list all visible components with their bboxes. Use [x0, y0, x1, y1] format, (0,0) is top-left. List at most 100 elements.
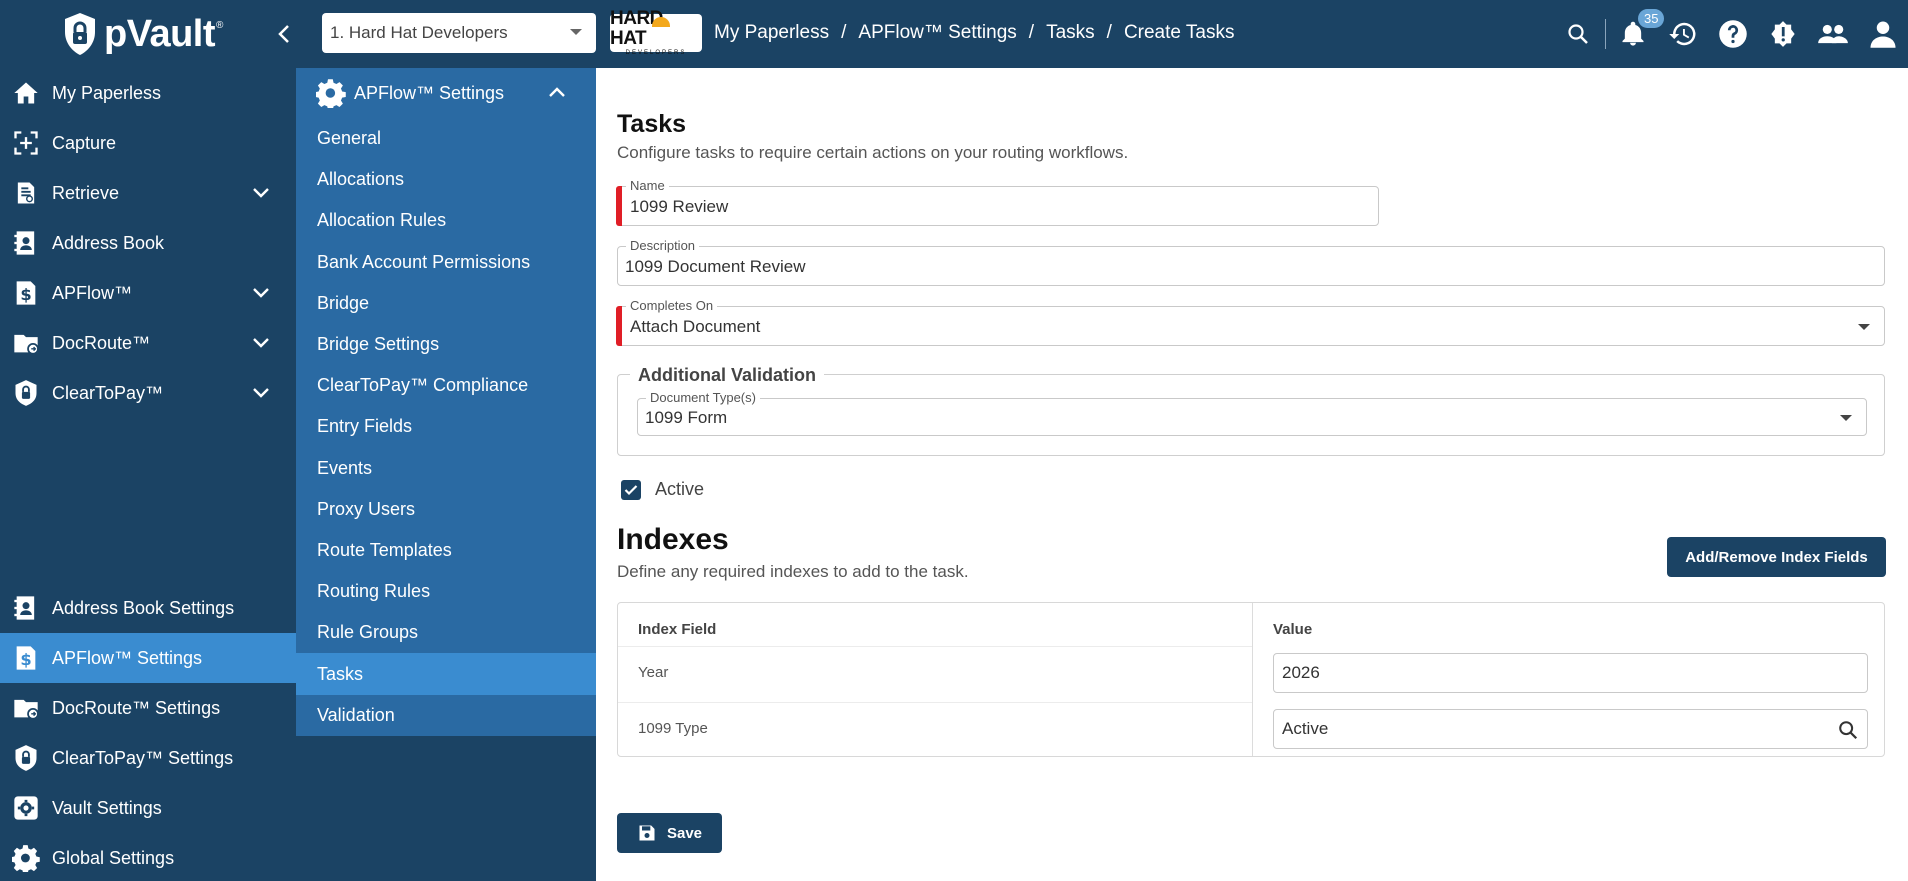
nav-item-apflow[interactable]: $ APFlow™	[0, 268, 296, 318]
help-button[interactable]	[1708, 0, 1758, 68]
completes-on-label: Completes On	[626, 298, 718, 313]
nav-item-global-settings[interactable]: Global Settings	[0, 833, 296, 881]
account-button[interactable]	[1858, 0, 1908, 68]
name-field-label: Name	[626, 178, 669, 193]
nav-item-label: ClearToPay™	[52, 382, 164, 403]
document-types-select[interactable]: Document Type(s) 1099 Form	[637, 390, 1867, 436]
table-row-field-1099-type: 1099 Type	[638, 720, 708, 737]
subnav-item-bridge[interactable]: Bridge	[296, 283, 596, 324]
breadcrumb-item[interactable]: My Paperless	[714, 22, 829, 44]
collapse-sidebar-button[interactable]	[268, 18, 300, 50]
alerts-button[interactable]	[1758, 0, 1808, 68]
subnav-item-cleartopay-compliance[interactable]: ClearToPay™ Compliance	[296, 365, 596, 406]
address-book-icon	[14, 596, 35, 620]
dropdown-caret-icon	[1858, 324, 1870, 330]
nav-item-label: Capture	[52, 132, 117, 153]
chevron-up-icon[interactable]	[548, 86, 566, 98]
users-icon	[1818, 24, 1848, 44]
top-bar: pVault ® 1. Hard Hat Developers HARD HAT…	[0, 0, 1908, 68]
breadcrumb-separator: /	[1106, 22, 1112, 43]
subnav-item-events[interactable]: Events	[296, 448, 596, 489]
subnav-item-allocations[interactable]: Allocations	[296, 159, 596, 200]
nav-item-label: DocRoute™ Settings	[52, 697, 221, 718]
year-value-input[interactable]: 2026	[1273, 653, 1868, 693]
nav-item-cleartopay-settings[interactable]: ClearToPay™ Settings	[0, 733, 296, 783]
nav-item-apflow-settings[interactable]: $ APFlow™ Settings	[0, 633, 296, 683]
nav-item-address-book[interactable]: Address Book	[0, 218, 296, 268]
chevron-down-icon[interactable]	[252, 287, 270, 299]
name-field[interactable]: Name 1099 Review	[616, 178, 1379, 226]
address-book-icon	[14, 231, 35, 255]
nav-item-capture[interactable]: Capture	[0, 118, 296, 168]
lock-shield-icon	[65, 13, 95, 55]
organization-select[interactable]: 1. Hard Hat Developers	[322, 13, 596, 53]
nav-item-label: APFlow™	[52, 282, 133, 303]
nav-item-label: Global Settings	[52, 847, 175, 868]
nav-item-docroute-settings[interactable]: DocRoute™ Settings	[0, 683, 296, 733]
svg-text:$: $	[20, 650, 31, 669]
capture-icon	[14, 131, 38, 155]
1099-type-value: Active	[1282, 719, 1329, 738]
company-logo-line2: DEVELOPERS	[625, 50, 687, 56]
subnav-item-rule-groups[interactable]: Rule Groups	[296, 612, 596, 653]
gear-box-icon	[14, 796, 38, 820]
subnav-header[interactable]: APFlow™ Settings	[296, 68, 596, 118]
shield-lock-icon	[15, 745, 37, 771]
chevron-down-icon[interactable]	[252, 337, 270, 349]
active-checkbox-row: Active	[621, 479, 704, 500]
chevron-down-icon[interactable]	[252, 187, 270, 199]
breadcrumb-item[interactable]: APFlow™ Settings	[858, 22, 1016, 44]
breadcrumb-item[interactable]: Tasks	[1046, 22, 1095, 44]
history-button[interactable]	[1658, 0, 1708, 68]
gear-icon	[12, 845, 40, 872]
dropdown-caret-icon	[570, 29, 582, 35]
subnav-item-proxy-users[interactable]: Proxy Users	[296, 489, 596, 530]
subnav-item-route-templates[interactable]: Route Templates	[296, 530, 596, 571]
subnav-item-general[interactable]: General	[296, 118, 596, 159]
nav-item-docroute[interactable]: DocRoute™	[0, 318, 296, 368]
subnav-item-tasks[interactable]: Tasks	[296, 653, 596, 695]
additional-validation-group: Additional Validation Document Type(s) 1…	[617, 365, 1885, 456]
breadcrumb-separator: /	[1028, 22, 1035, 43]
save-button[interactable]: Save	[617, 813, 722, 853]
chevron-down-icon[interactable]	[252, 387, 270, 399]
document-types-label: Document Type(s)	[646, 390, 760, 405]
main-content: Tasks Configure tasks to require certain…	[596, 68, 1908, 881]
retrieve-icon	[17, 182, 35, 204]
breadcrumb-item-current: Create Tasks	[1123, 22, 1235, 43]
completes-on-select[interactable]: Completes On Attach Document	[616, 298, 1885, 346]
company-logo: HARD HAT DEVELOPERS	[610, 9, 702, 56]
add-remove-index-fields-button[interactable]: Add/Remove Index Fields	[1667, 537, 1886, 577]
subnav-item-allocation-rules[interactable]: Allocation Rules	[296, 200, 596, 241]
subnav-item-entry-fields[interactable]: Entry Fields	[296, 406, 596, 447]
nav-item-vault-settings[interactable]: Vault Settings	[0, 783, 296, 833]
row-divider	[618, 702, 1252, 703]
nav-item-label: My Paperless	[52, 82, 162, 103]
save-icon	[639, 825, 655, 841]
search-icon[interactable]	[1837, 719, 1859, 741]
help-icon	[1719, 20, 1747, 48]
1099-type-value-input[interactable]: Active	[1273, 709, 1868, 749]
nav-item-cleartopay[interactable]: ClearToPay™	[0, 368, 296, 418]
nav-item-label: Address Book Settings	[52, 597, 235, 618]
dollar-doc-icon: $	[16, 646, 36, 670]
subnav-item-validation[interactable]: Validation	[296, 695, 596, 736]
subnav-item-routing-rules[interactable]: Routing Rules	[296, 571, 596, 612]
app-trademark: ®	[216, 20, 224, 31]
app-logo[interactable]: pVault ®	[62, 12, 223, 56]
shield-lock-icon	[15, 380, 37, 406]
nav-item-my-paperless[interactable]: My Paperless	[0, 68, 296, 118]
search-button[interactable]	[1553, 0, 1603, 68]
nav-item-address-book-settings[interactable]: Address Book Settings	[0, 583, 296, 633]
nav-item-retrieve[interactable]: Retrieve	[0, 168, 296, 218]
description-field-label: Description	[626, 238, 700, 253]
table-row-field-year: Year	[638, 664, 669, 681]
notifications-button[interactable]: 35	[1608, 0, 1665, 68]
subnav-item-bridge-settings[interactable]: Bridge Settings	[296, 324, 596, 365]
description-field[interactable]: Description 1099 Document Review	[617, 238, 1885, 286]
svg-text:$: $	[20, 285, 31, 304]
left-nav: My Paperless Capture Retrieve Address Bo…	[0, 68, 296, 881]
users-button[interactable]	[1808, 0, 1858, 68]
active-checkbox[interactable]	[621, 479, 641, 500]
subnav-item-bank-account-permissions[interactable]: Bank Account Permissions	[296, 242, 596, 283]
